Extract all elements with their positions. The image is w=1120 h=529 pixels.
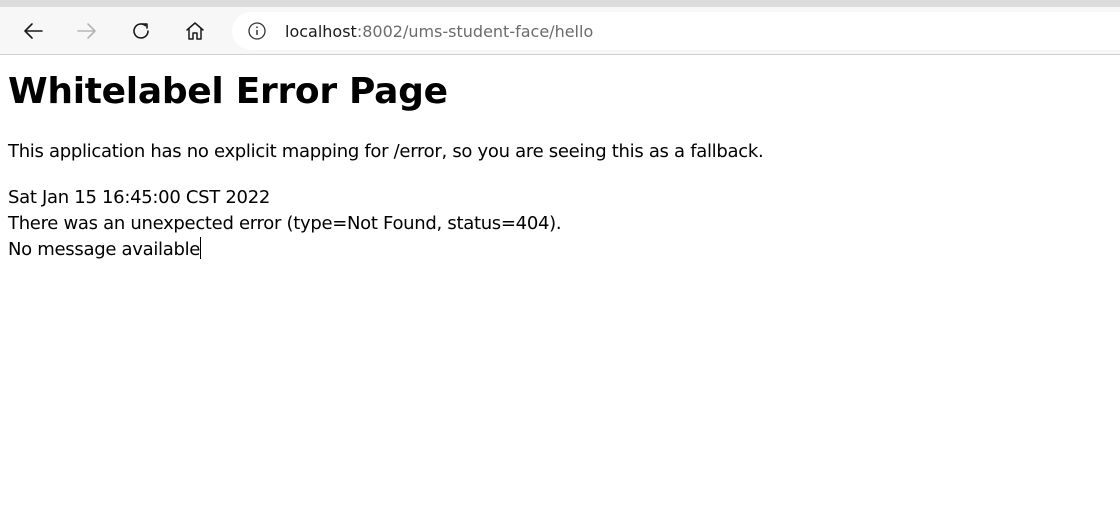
text-caret bbox=[200, 237, 202, 259]
reload-button[interactable] bbox=[125, 15, 157, 47]
reload-icon bbox=[133, 23, 149, 39]
fallback-message: This application has no explicit mapping… bbox=[8, 141, 764, 162]
error-message: No message available bbox=[8, 239, 201, 260]
window-top-strip bbox=[0, 0, 1120, 7]
forward-button[interactable] bbox=[71, 15, 103, 47]
info-icon[interactable] bbox=[247, 21, 267, 41]
back-arrow-icon bbox=[24, 23, 43, 39]
error-details: Sat Jan 15 16:45:00 CST 2022 There was a… bbox=[8, 185, 1108, 263]
home-icon bbox=[186, 22, 204, 40]
url-text[interactable]: localhost:8002/ums-student-face/hello bbox=[285, 22, 593, 41]
page-content: Whitelabel Error Page This application h… bbox=[8, 55, 1108, 263]
forward-arrow-icon bbox=[77, 23, 96, 39]
error-message-line: No message available bbox=[8, 237, 1108, 263]
home-button[interactable] bbox=[179, 15, 211, 47]
back-button[interactable] bbox=[17, 15, 49, 47]
browser-toolbar: localhost:8002/ums-student-face/hello bbox=[0, 7, 1120, 55]
url-host: localhost bbox=[285, 21, 357, 41]
error-description: There was an unexpected error (type=Not … bbox=[8, 213, 562, 234]
address-bar[interactable]: localhost:8002/ums-student-face/hello bbox=[232, 12, 1120, 50]
error-timestamp: Sat Jan 15 16:45:00 CST 2022 bbox=[8, 187, 271, 208]
url-path: :8002/ums-student-face/hello bbox=[356, 21, 594, 41]
page-title: Whitelabel Error Page bbox=[8, 71, 448, 112]
